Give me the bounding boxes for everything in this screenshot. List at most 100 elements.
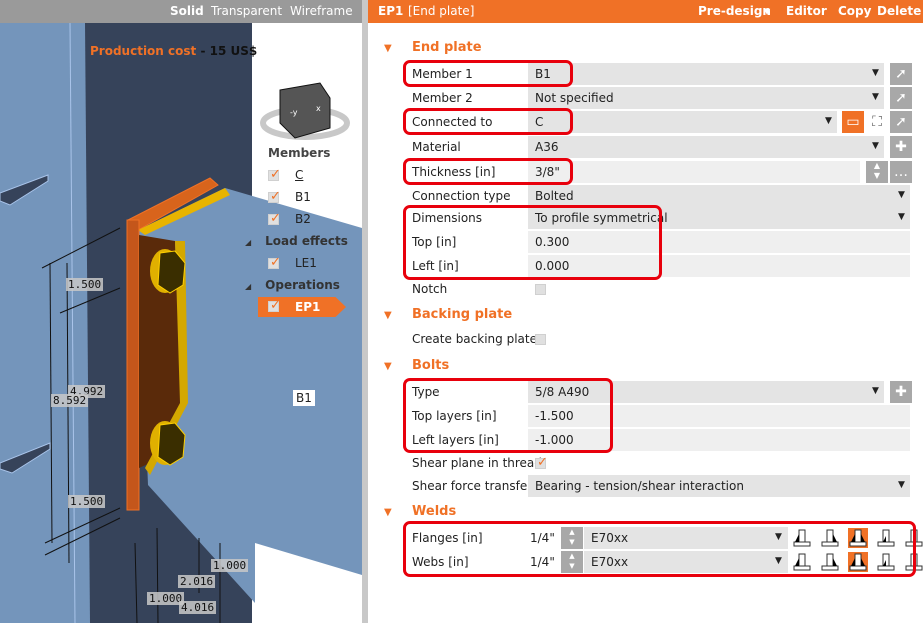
editor-button[interactable]: Editor [786, 4, 827, 18]
dimension-label: 1.500 [68, 495, 106, 508]
webs-weld-bevel-icon[interactable] [876, 552, 896, 572]
flanges-weld-size[interactable]: 1/4" [530, 531, 555, 545]
webs-weld-type-select[interactable]: E70xx [584, 551, 788, 573]
svg-text:x: x [316, 104, 321, 113]
thickness-stepper[interactable]: ▲ ▼ [866, 161, 888, 183]
tree-member-b2[interactable]: ✓ B2 [268, 211, 311, 226]
field-label: Top [in] [412, 235, 457, 249]
chevron-down-icon: ▼ [898, 190, 905, 200]
webs-weld-size[interactable]: 1/4" [530, 555, 555, 569]
top-input[interactable]: 0.300 [528, 231, 910, 253]
operation-type: [End plate] [408, 4, 475, 18]
webs-weld-none-icon[interactable] [904, 552, 923, 572]
webs-weld-fillet-both-icon[interactable] [848, 552, 868, 572]
tree-member-label: C [295, 168, 304, 182]
chevron-down-icon: ▼ [775, 532, 782, 542]
create-backing-checkbox[interactable] [535, 334, 546, 345]
webs-weld-fillet-left-icon[interactable] [792, 552, 812, 572]
section-bolts[interactable]: ▼ Bolts [384, 358, 449, 373]
top-layers-row: Top layers [in] -1.500 [404, 405, 914, 427]
flanges-size-stepper[interactable]: ▲ ▼ [561, 527, 583, 549]
field-label: Left layers [in] [412, 433, 499, 447]
flanges-weld-fillet-right-icon[interactable] [820, 528, 840, 548]
dimension-label: 4.016 [179, 601, 217, 614]
bounding-box-button[interactable]: ⛶ [866, 111, 888, 133]
left-input[interactable]: 0.000 [528, 255, 910, 277]
flanges-weld-fillet-both-icon[interactable] [848, 528, 868, 548]
shear-plane-row: Shear plane in thread ✓ [404, 452, 604, 474]
create-backing-row: Create backing plate [404, 328, 604, 350]
add-material-button[interactable]: ✚ [890, 136, 912, 158]
predesign-button[interactable]: Pre-design [698, 4, 771, 18]
tree-members-header[interactable]: Members [268, 146, 330, 160]
webs-size-stepper[interactable]: ▲ ▼ [561, 551, 583, 573]
shear-force-select[interactable]: Bearing - tension/shear interaction [528, 475, 910, 497]
webs-weld-fillet-right-icon[interactable] [820, 552, 840, 572]
top-layers-input[interactable]: -1.500 [528, 405, 910, 427]
flanges-weld-type-select[interactable]: E70xx [584, 527, 788, 549]
member2-select[interactable]: Not specified [528, 87, 884, 109]
flange-connection-button[interactable]: ▭ [842, 111, 864, 133]
tab-solid[interactable]: Solid [170, 4, 204, 18]
flanges-weld-bevel-icon[interactable] [876, 528, 896, 548]
tree-member-label: B2 [295, 212, 311, 226]
operation-id: EP1 [378, 4, 404, 18]
tab-wireframe[interactable]: Wireframe [290, 4, 353, 18]
connection-type-select[interactable]: Bolted [528, 185, 910, 207]
collapse-icon: ▼ [384, 310, 392, 321]
pick-member2-button[interactable]: ➚ [890, 87, 912, 109]
dimensions-select[interactable]: To profile symmetrical [528, 207, 910, 229]
panel-splitter[interactable] [362, 0, 368, 623]
member1-select[interactable]: B1 [528, 63, 884, 85]
dimension-label: 1.500 [66, 278, 104, 291]
field-label: Create backing plate [412, 332, 537, 346]
delete-button[interactable]: Delete [877, 4, 921, 18]
tree-ep1-selected[interactable]: ✓ EP1 [258, 297, 346, 317]
section-end-plate[interactable]: ▼ End plate [384, 40, 482, 55]
tree-operations-header[interactable]: ◢ Operations [245, 278, 340, 292]
tree-le1[interactable]: ✓ LE1 [268, 255, 317, 270]
left-layers-row: Left layers [in] -1.000 [404, 429, 914, 451]
field-label: Shear plane in thread [412, 456, 542, 470]
field-label: Material [412, 140, 461, 154]
predesign-dropdown-icon[interactable]: ▼ [764, 7, 770, 16]
tree-member-label: B1 [295, 190, 311, 204]
3d-viewport[interactable]: -y x Production cost - 15 US$ 1.500 4.99… [0, 23, 362, 623]
section-welds[interactable]: ▼ Welds [384, 504, 456, 519]
flanges-weld-fillet-left-icon[interactable] [792, 528, 812, 548]
field-label: Connection type [412, 189, 511, 203]
field-label: Left [in] [412, 259, 459, 273]
tab-transparent[interactable]: Transparent [211, 4, 282, 18]
pick-member1-button[interactable]: ➚ [890, 63, 912, 85]
field-label: Connected to [412, 115, 493, 129]
connection-type-row: Connection type Bolted ▼ [404, 185, 914, 207]
flanges-weld-none-icon[interactable] [904, 528, 923, 548]
dimension-label: 2.016 [178, 575, 216, 588]
collapse-icon: ▼ [384, 361, 392, 372]
material-select[interactable]: A36 [528, 136, 884, 158]
chevron-down-icon: ▼ [898, 212, 905, 222]
connected-to-select[interactable]: C [528, 111, 837, 133]
chevron-down-icon: ▼ [872, 68, 879, 78]
bolt-type-select[interactable]: 5/8 A490 [528, 381, 884, 403]
dimension-label: 1.000 [211, 559, 249, 572]
thickness-input[interactable]: 3/8" [528, 161, 860, 183]
field-label: Flanges [in] [412, 531, 483, 545]
add-bolt-button[interactable]: ✚ [890, 381, 912, 403]
shear-plane-checkbox[interactable]: ✓ [535, 455, 548, 470]
pick-connected-button[interactable]: ➚ [890, 111, 912, 133]
production-cost-value: 15 US$ [209, 44, 258, 58]
tree-load-effects-header[interactable]: ◢ Load effects [245, 234, 348, 248]
section-backing-plate[interactable]: ▼ Backing plate [384, 307, 512, 322]
field-label: Member 2 [412, 91, 473, 105]
field-label: Notch [412, 282, 448, 296]
production-cost-label: Production cost [90, 44, 197, 58]
tree-member-b1[interactable]: ✓ B1 [268, 189, 311, 204]
thickness-row: Thickness [in] 3/8" [404, 161, 864, 183]
left-layers-input[interactable]: -1.000 [528, 429, 910, 451]
member1-row: Member 1 B1 ▼ [404, 63, 884, 85]
copy-button[interactable]: Copy [838, 4, 871, 18]
thickness-more-button[interactable]: … [890, 161, 912, 183]
tree-member-c[interactable]: ✓ C [268, 167, 304, 182]
notch-checkbox[interactable] [535, 284, 546, 295]
